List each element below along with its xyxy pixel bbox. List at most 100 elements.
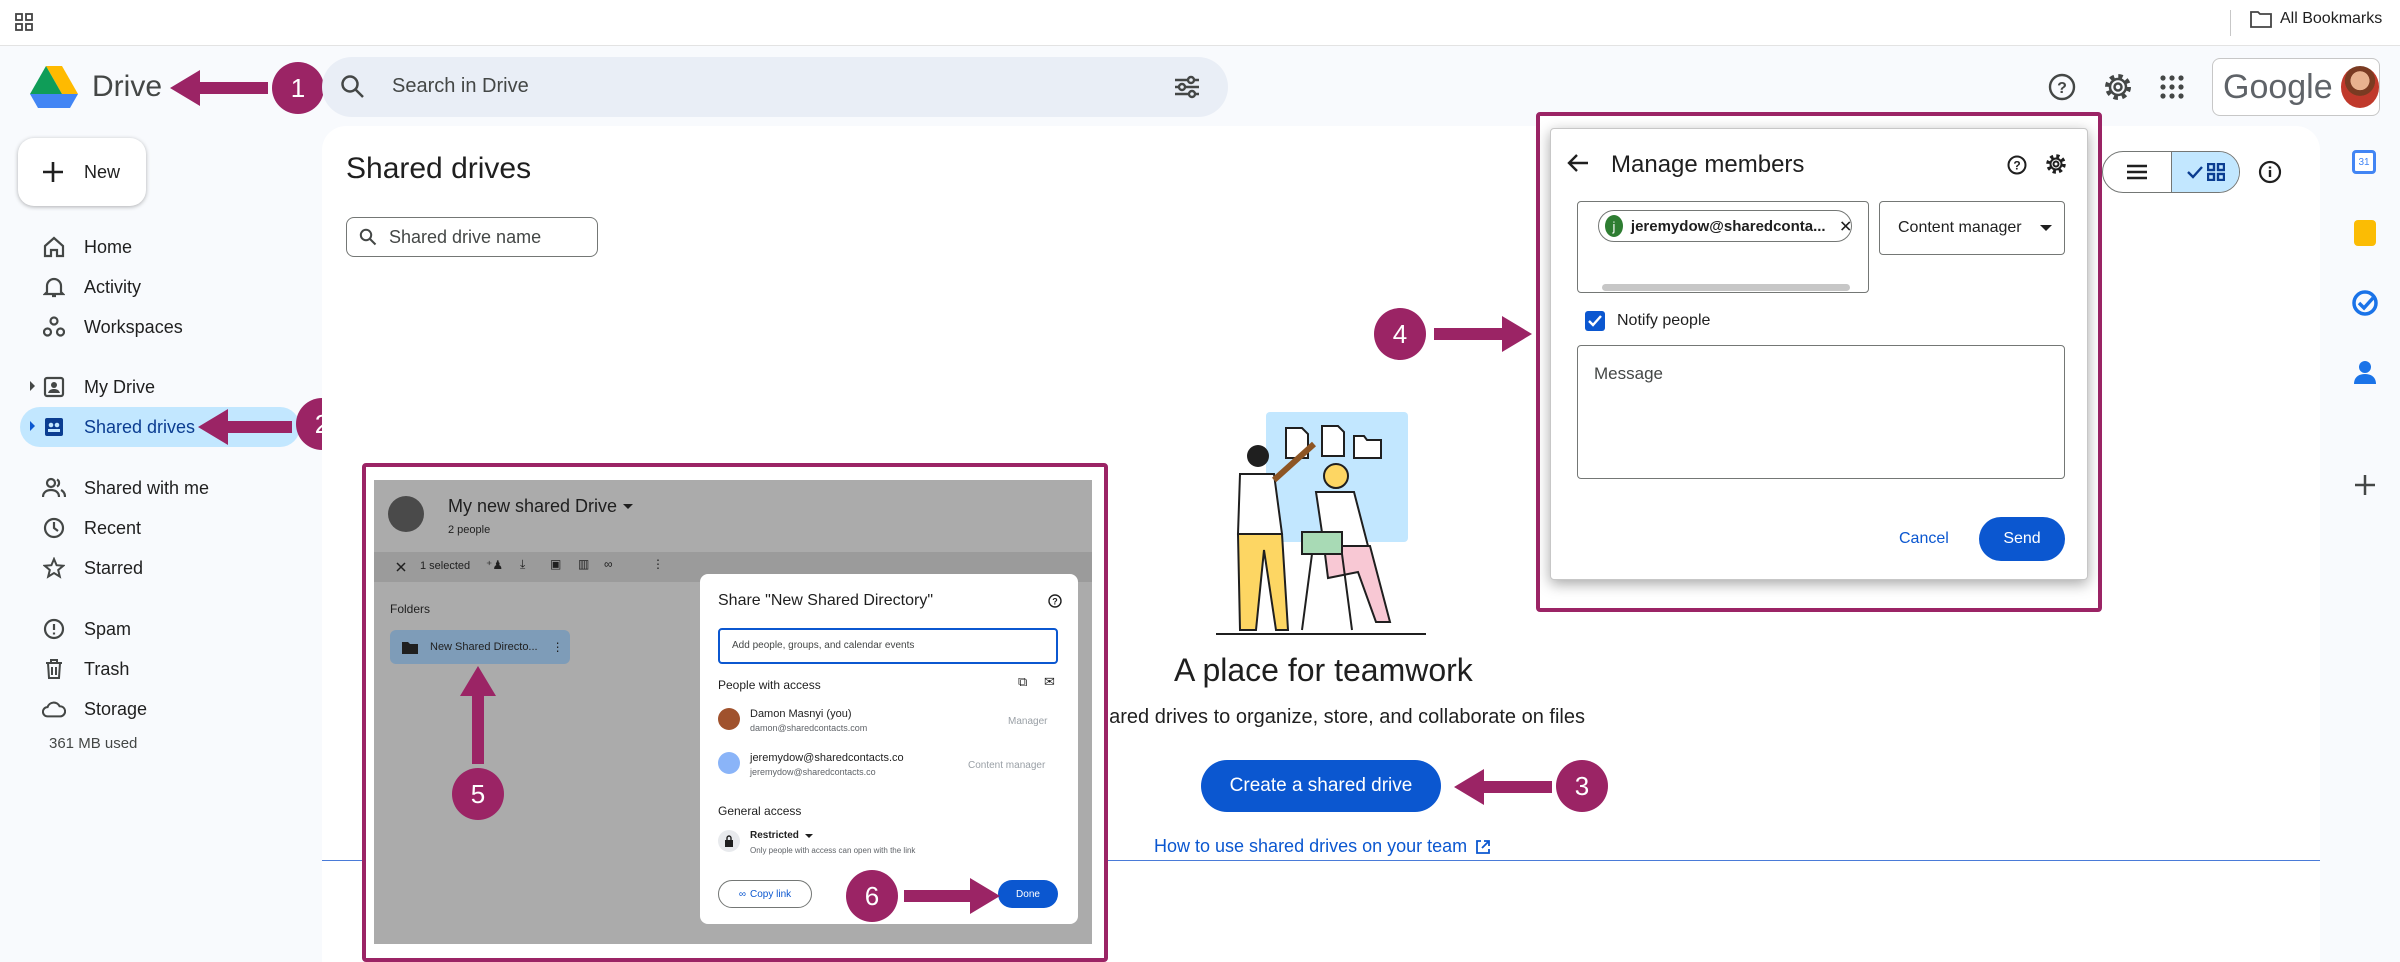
help-link[interactable]: How to use shared drives on your team	[1154, 836, 1491, 857]
more-options-icon[interactable]: ⋮	[652, 557, 664, 571]
sidebar-item-activity[interactable]: Activity	[20, 267, 300, 307]
search-icon	[341, 75, 364, 98]
workspaces-icon	[42, 315, 66, 339]
sidebar-item-home[interactable]: Home	[20, 227, 300, 267]
inset-people-count: 2 people	[448, 524, 491, 536]
shared-drive-search[interactable]: Shared drive name	[346, 217, 598, 257]
annotation-arrow-5	[460, 666, 496, 764]
check-icon	[1588, 315, 1602, 327]
trash-icon[interactable]: ▥	[578, 557, 589, 571]
svg-text:?: ?	[2013, 159, 2020, 173]
email-icon[interactable]: ✉	[1044, 674, 1055, 690]
move-icon[interactable]: ▣	[550, 557, 561, 571]
keep-icon[interactable]	[2354, 220, 2376, 246]
more-options-icon[interactable]: ⋮	[552, 640, 564, 654]
sidebar-item-workspaces[interactable]: Workspaces	[20, 307, 300, 347]
member-chip[interactable]: j jeremydow@sharedconta...	[1598, 210, 1852, 242]
list-view-button[interactable]	[2103, 152, 2171, 192]
cancel-button[interactable]: Cancel	[1899, 530, 1949, 548]
all-bookmarks-link[interactable]: All Bookmarks	[2250, 10, 2382, 28]
search-icon	[359, 228, 377, 246]
spam-icon	[42, 617, 66, 641]
trash-icon	[42, 657, 66, 681]
person2-role[interactable]: Content manager	[968, 760, 1045, 771]
sidebar-item-label: Trash	[84, 658, 130, 679]
search-input[interactable]: Search in Drive	[392, 75, 529, 98]
add-addon-icon[interactable]	[2354, 474, 2376, 496]
new-button-label: New	[84, 161, 121, 182]
shared-drive-search-input[interactable]: Shared drive name	[389, 227, 541, 248]
person1-name: Damon Masnyi (you)	[750, 708, 852, 720]
info-icon[interactable]	[2258, 160, 2282, 184]
grid-view-button[interactable]	[2171, 152, 2239, 192]
help-icon[interactable]: ?	[1048, 594, 1062, 608]
copy-link-button[interactable]: ∞ Copy link	[718, 880, 812, 908]
general-access-label: General access	[718, 804, 802, 818]
sidebar-item-spam[interactable]: Spam	[20, 609, 300, 649]
share-add-people-input[interactable]: Add people, groups, and calendar events	[718, 628, 1058, 664]
add-person-icon[interactable]: ⁺♟	[486, 558, 503, 572]
dropdown-arrow-icon	[804, 833, 813, 838]
help-icon[interactable]: ?	[2007, 155, 2027, 175]
horizontal-scrollbar[interactable]	[1602, 284, 1850, 291]
person1-role: Manager	[1008, 716, 1048, 727]
sidebar-item-starred[interactable]: Starred	[20, 548, 300, 588]
sidebar-item-label: Activity	[84, 276, 142, 297]
account-switcher[interactable]: Google	[2212, 58, 2380, 116]
sidebar-item-storage[interactable]: Storage	[20, 689, 300, 729]
search-options-icon[interactable]	[1174, 75, 1200, 99]
annotation-badge-5: 5	[452, 768, 504, 820]
done-button[interactable]: Done	[998, 880, 1058, 908]
sidebar-item-label: Shared drives	[84, 416, 196, 437]
calendar-icon[interactable]: 31	[2352, 150, 2376, 174]
chip-email: jeremydow@sharedconta...	[1630, 217, 1826, 235]
sidebar-item-my-drive[interactable]: My Drive	[20, 367, 300, 407]
app-name: Drive	[92, 70, 163, 103]
settings-gear-icon[interactable]	[2045, 153, 2067, 175]
close-icon[interactable]	[1840, 219, 1851, 233]
notify-checkbox[interactable]	[1585, 311, 1605, 331]
expand-arrow-icon[interactable]	[30, 421, 35, 431]
close-icon[interactable]	[396, 562, 406, 572]
download-icon[interactable]: ⤓	[520, 557, 525, 572]
access-level-dropdown[interactable]: Restricted	[750, 830, 813, 841]
add-people-field[interactable]: j jeremydow@sharedconta...	[1577, 201, 1869, 293]
search-bar[interactable]: Search in Drive	[322, 57, 1228, 117]
dropdown-arrow-icon	[623, 504, 634, 509]
annotation-arrow-4	[1434, 316, 1532, 352]
view-toggle	[2102, 151, 2240, 193]
plus-icon	[43, 162, 63, 182]
apps-grid-icon[interactable]	[14, 12, 34, 32]
send-button[interactable]: Send	[1979, 517, 2065, 561]
star-icon	[42, 556, 66, 580]
sidebar-item-shared-with-me[interactable]: Shared with me	[20, 468, 300, 508]
new-button[interactable]: New	[18, 138, 146, 206]
sidebar-item-label: Starred	[84, 557, 144, 578]
dropdown-arrow-icon	[2039, 225, 2052, 231]
tasks-icon[interactable]	[2352, 290, 2378, 316]
inset-folder-item[interactable]: New Shared Directo... ⋮	[390, 630, 570, 664]
settings-gear-icon[interactable]	[2098, 67, 2138, 107]
help-icon[interactable]: ?	[2042, 67, 2082, 107]
sidebar-item-label: Shared with me	[84, 477, 210, 498]
drive-logo[interactable]: Drive	[30, 66, 162, 108]
notify-label: Notify people	[1617, 312, 1711, 329]
expand-arrow-icon[interactable]	[30, 381, 35, 391]
link-icon[interactable]: ∞	[604, 557, 613, 571]
message-textarea[interactable]: Message	[1577, 345, 2065, 479]
copy-emails-icon[interactable]: ⧉	[1018, 674, 1027, 690]
svg-text:?: ?	[2057, 80, 2067, 97]
google-apps-icon[interactable]	[2152, 67, 2192, 107]
sidebar-item-recent[interactable]: Recent	[20, 508, 300, 548]
back-arrow-icon[interactable]	[1567, 153, 1589, 173]
role-value: Content manager	[1898, 219, 2022, 236]
contacts-icon[interactable]	[2354, 360, 2376, 384]
create-shared-drive-button[interactable]: Create a shared drive	[1201, 760, 1441, 812]
annotation-arrow-2	[198, 409, 292, 445]
person1-email: damon@sharedcontacts.com	[750, 723, 868, 733]
inset-drive-name[interactable]: My new shared Drive	[448, 496, 634, 517]
link-icon: ∞	[738, 888, 746, 900]
access-level-value: Restricted	[750, 830, 799, 841]
role-dropdown[interactable]: Content manager	[1879, 201, 2065, 255]
sidebar-item-trash[interactable]: Trash	[20, 649, 300, 689]
